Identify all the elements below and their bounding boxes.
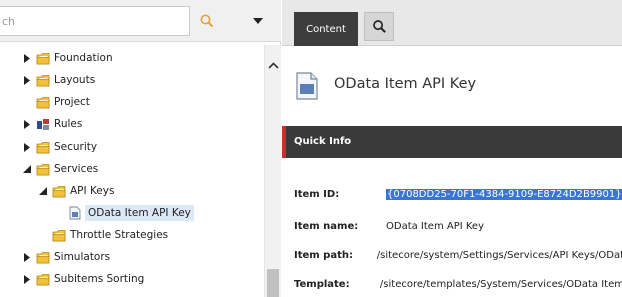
tree-item[interactable]: OData Item API Key [54, 202, 194, 224]
search-button[interactable] [193, 8, 221, 34]
quick-info-key: Item name: [294, 220, 359, 232]
content-tree-pane: Foundation Layouts Project Rules Security Ser… [0, 0, 281, 297]
folder-icon [52, 184, 66, 198]
rules-icon [36, 117, 50, 131]
quick-info-key: Template: [294, 278, 350, 290]
tree-item[interactable]: Security [22, 136, 97, 158]
folder-icon [36, 272, 50, 286]
quick-info-row: Item ID: {0708DD25-70F1-4384-9109-E8724D2… [294, 186, 622, 202]
tree-item[interactable]: Services [22, 158, 98, 180]
document-icon [68, 206, 82, 220]
tree-scrollbar[interactable] [264, 45, 281, 297]
quick-info-row: Item path: /sitecore/system/Settings/Serv… [294, 247, 622, 263]
expand-arrow-icon[interactable] [22, 53, 32, 63]
quick-info-label: Quick Info [294, 136, 352, 147]
folder-icon [36, 162, 50, 176]
search-icon [372, 20, 386, 33]
tree-item[interactable]: Layouts [22, 69, 95, 91]
tree-search-bar [0, 0, 281, 42]
quick-info-key: Item ID: [294, 188, 340, 200]
tree-item[interactable]: Throttle Strategies [38, 224, 168, 246]
tree-item[interactable]: Rules [22, 113, 82, 135]
collapse-arrow-icon[interactable] [22, 164, 32, 174]
quick-info-value[interactable]: OData Item API Key [386, 221, 484, 232]
quick-info-key: Item path: [294, 249, 353, 261]
tree-item[interactable]: Project [22, 91, 90, 113]
scrollbar-thumb[interactable] [267, 269, 279, 297]
folder-icon [36, 140, 50, 154]
scroll-up-button[interactable] [265, 59, 282, 71]
tree-item-label: Services [54, 163, 99, 175]
folder-icon [52, 228, 66, 242]
chevron-up-icon [268, 61, 279, 69]
tree-item[interactable]: Subitems Sorting [22, 268, 144, 290]
search-options-dropdown[interactable] [247, 8, 269, 34]
tree-item-label: Rules [54, 118, 83, 130]
tree-item[interactable]: Foundation [22, 47, 113, 69]
tree-item-label: Subitems Sorting [54, 273, 145, 285]
tree-item[interactable]: Simulators [22, 246, 110, 268]
tab-search[interactable] [364, 12, 394, 41]
expand-arrow-icon[interactable] [22, 252, 32, 262]
quick-info-section-header[interactable]: Quick Info [282, 126, 622, 158]
quick-info-value[interactable]: /sitecore/system/Settings/Services/API K… [377, 250, 622, 261]
tree-item[interactable]: API Keys [38, 180, 114, 202]
tree-item-label: Layouts [54, 74, 96, 86]
quick-info-row: Template: /sitecore/templates/System/Serv… [294, 276, 622, 292]
expand-arrow-icon[interactable] [22, 274, 32, 284]
editor-tab-bar: Content [282, 0, 622, 46]
expand-arrow-icon[interactable] [22, 142, 32, 152]
tree-item-label: API Keys [70, 185, 115, 197]
quick-info-row: Item name: OData Item API Key [294, 218, 622, 234]
expand-arrow-icon[interactable] [22, 75, 32, 85]
item-title: OData Item API Key [334, 76, 477, 92]
folder-icon [36, 51, 50, 65]
folder-icon [36, 250, 50, 264]
tree-item-label: Foundation [54, 52, 113, 64]
item-header: OData Item API Key [282, 46, 622, 126]
quick-info-value[interactable]: /sitecore/templates/System/Services/ODat… [380, 279, 622, 290]
tree-item-label: OData Item API Key [85, 205, 194, 221]
search-icon [200, 14, 214, 28]
content-tree: Foundation Layouts Project Rules Security Ser… [0, 45, 264, 297]
caret-down-icon [253, 18, 263, 24]
editor-pane: Content OData Item API Key Quick Info It… [282, 0, 622, 297]
tree-item-label: Project [54, 96, 90, 108]
folder-icon [36, 95, 50, 109]
quick-info-value[interactable]: {0708DD25-70F1-4384-9109-E8724D2B9901} [386, 188, 622, 200]
tab-content[interactable]: Content [294, 12, 358, 46]
tree-item-label: Security [54, 141, 98, 153]
expand-arrow-icon[interactable] [22, 119, 32, 129]
search-input[interactable] [0, 6, 190, 36]
collapse-arrow-icon[interactable] [38, 186, 48, 196]
tree-item-label: Simulators [54, 251, 111, 263]
document-icon [296, 72, 318, 100]
tree-item-label: Throttle Strategies [70, 229, 169, 241]
folder-icon [36, 73, 50, 87]
